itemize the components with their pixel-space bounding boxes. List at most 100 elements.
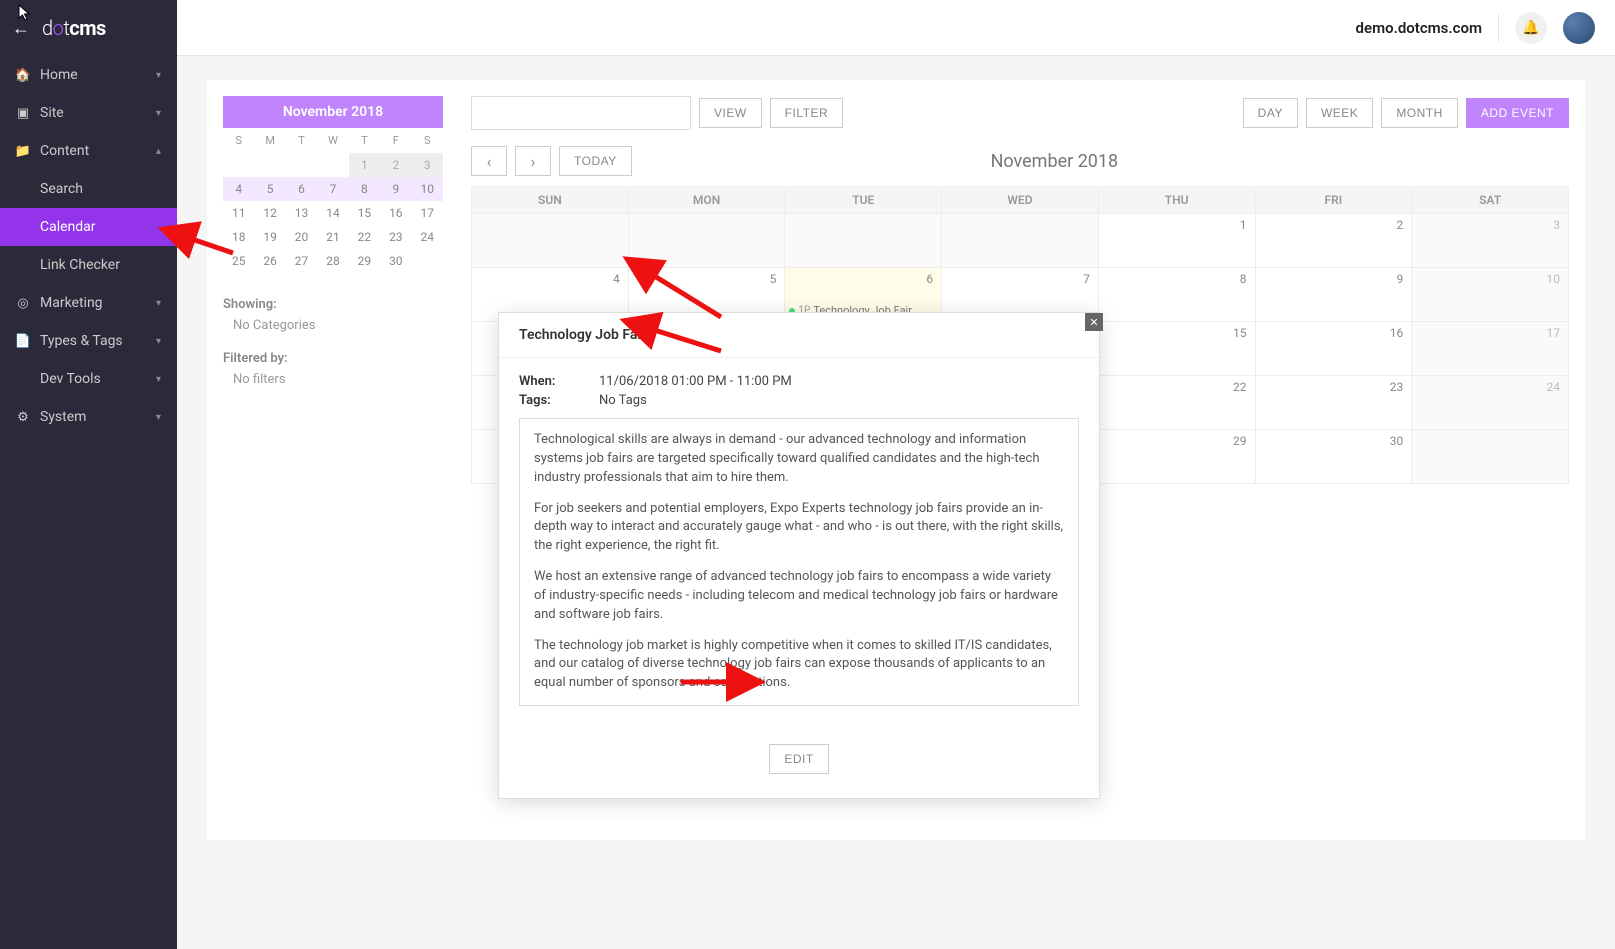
mini-day[interactable]: 23 <box>380 225 411 249</box>
calendar-day[interactable] <box>628 214 785 268</box>
mini-day[interactable]: 27 <box>286 249 317 273</box>
calendar-day[interactable]: 2 <box>1255 214 1412 268</box>
calendar-day[interactable]: 30 <box>1255 430 1412 484</box>
calendar-day[interactable]: 17 <box>1412 322 1569 376</box>
mini-day[interactable]: 18 <box>223 225 254 249</box>
mini-day[interactable]: 5 <box>254 177 285 201</box>
mini-day[interactable]: 26 <box>254 249 285 273</box>
mini-day[interactable]: 4 <box>223 177 254 201</box>
mini-day[interactable]: 17 <box>412 201 443 225</box>
nav-label: Link Checker <box>40 257 120 273</box>
chevron-down-icon: ▾ <box>156 374 161 385</box>
day-number: 6 <box>926 272 933 286</box>
popup-title: Technology Job Fair <box>499 313 1099 358</box>
edit-button[interactable]: EDIT <box>769 744 828 774</box>
sidebar-item-site[interactable]: ▣Site▾ <box>0 94 177 132</box>
mini-day[interactable]: 8 <box>349 177 380 201</box>
mini-day[interactable]: 7 <box>317 177 348 201</box>
view-button[interactable]: VIEW <box>699 98 762 128</box>
mini-day[interactable]: 30 <box>380 249 411 273</box>
mini-day[interactable]: 11 <box>223 201 254 225</box>
mini-day[interactable]: 25 <box>223 249 254 273</box>
calendar-day[interactable] <box>472 214 629 268</box>
desc-p4: The technology job market is highly comp… <box>534 637 1064 694</box>
mini-day[interactable]: 20 <box>286 225 317 249</box>
day-button[interactable]: DAY <box>1243 98 1298 128</box>
calendar-day[interactable]: 24 <box>1412 376 1569 430</box>
day-number: 9 <box>1396 272 1403 286</box>
calendar-day[interactable]: 29 <box>1098 430 1255 484</box>
nav-icon: ▣ <box>16 106 30 121</box>
mini-day[interactable]: 10 <box>412 177 443 201</box>
mini-day[interactable]: 12 <box>254 201 285 225</box>
mini-dow: W <box>317 128 348 153</box>
sidebar-item-marketing[interactable]: ◎Marketing▾ <box>0 284 177 322</box>
avatar[interactable] <box>1563 12 1595 44</box>
mini-day[interactable]: 28 <box>317 249 348 273</box>
sidebar-item-home[interactable]: 🏠Home▾ <box>0 56 177 94</box>
mini-day[interactable]: 24 <box>412 225 443 249</box>
sidebar: ← dotcms 🏠Home▾▣Site▾📁Content▴SearchCale… <box>0 0 177 949</box>
site-domain[interactable]: demo.dotcms.com <box>1356 19 1482 37</box>
cursor-pointer-icon <box>18 4 32 26</box>
calendar-day[interactable] <box>942 214 1099 268</box>
mini-day[interactable]: 16 <box>380 201 411 225</box>
sidebar-item-system[interactable]: ⚙System▾ <box>0 398 177 436</box>
sidebar-item-search[interactable]: Search <box>0 170 177 208</box>
day-number: 29 <box>1233 434 1247 448</box>
mini-day <box>317 153 348 177</box>
calendar-nav-row: ‹ › TODAY November 2018 <box>471 146 1569 176</box>
nav-icon: 📄 <box>16 334 30 349</box>
mini-day[interactable]: 15 <box>349 201 380 225</box>
calendar-day[interactable]: 3 <box>1412 214 1569 268</box>
mini-day[interactable]: 22 <box>349 225 380 249</box>
filter-block: Showing: No Categories Filtered by: No f… <box>223 297 443 387</box>
calendar-day[interactable]: 16 <box>1255 322 1412 376</box>
calendar-day[interactable]: 1 <box>1098 214 1255 268</box>
calendar-day[interactable]: 23 <box>1255 376 1412 430</box>
day-number: 15 <box>1233 326 1247 340</box>
week-button[interactable]: WEEK <box>1306 98 1373 128</box>
mini-day <box>254 153 285 177</box>
calendar-day[interactable] <box>1412 430 1569 484</box>
mini-day[interactable]: 14 <box>317 201 348 225</box>
mini-day[interactable]: 3 <box>412 153 443 177</box>
sidebar-item-types-&-tags[interactable]: 📄Types & Tags▾ <box>0 322 177 360</box>
divider <box>1498 14 1499 42</box>
mini-day[interactable]: 6 <box>286 177 317 201</box>
prev-month-button[interactable]: ‹ <box>471 146 507 176</box>
sidebar-item-link-checker[interactable]: Link Checker <box>0 246 177 284</box>
calendar-day[interactable]: 22 <box>1098 376 1255 430</box>
calendar-day[interactable]: 9 <box>1255 268 1412 322</box>
mini-day[interactable]: 21 <box>317 225 348 249</box>
big-dow: SUN <box>472 187 629 214</box>
mini-day[interactable]: 19 <box>254 225 285 249</box>
next-month-button[interactable]: › <box>515 146 551 176</box>
sidebar-item-content[interactable]: 📁Content▴ <box>0 132 177 170</box>
mini-day[interactable]: 1 <box>349 153 380 177</box>
calendar-day[interactable]: 8 <box>1098 268 1255 322</box>
sidebar-item-dev-tools[interactable]: Dev Tools▾ <box>0 360 177 398</box>
filter-button[interactable]: FILTER <box>770 98 843 128</box>
calendar-day[interactable] <box>785 214 942 268</box>
day-number: 23 <box>1390 380 1404 394</box>
big-dow: SAT <box>1412 187 1569 214</box>
search-input[interactable] <box>471 96 691 130</box>
nav-icon: ⚙ <box>16 410 30 425</box>
mini-day[interactable]: 13 <box>286 201 317 225</box>
today-button[interactable]: TODAY <box>559 146 632 176</box>
add-event-button[interactable]: ADD EVENT <box>1466 98 1569 128</box>
day-number: 5 <box>770 272 777 286</box>
close-icon[interactable]: ✕ <box>1085 313 1103 331</box>
month-button[interactable]: MONTH <box>1381 98 1458 128</box>
nav-icon: 📁 <box>16 144 30 159</box>
mini-day[interactable]: 29 <box>349 249 380 273</box>
notification-bell-icon[interactable]: 🔔 <box>1515 12 1547 44</box>
calendar-day[interactable]: 15 <box>1098 322 1255 376</box>
mini-day[interactable]: 2 <box>380 153 411 177</box>
filtered-label: Filtered by: <box>223 351 443 366</box>
mini-day[interactable]: 9 <box>380 177 411 201</box>
calendar-day[interactable]: 10 <box>1412 268 1569 322</box>
chevron-up-icon: ▴ <box>156 146 161 157</box>
sidebar-item-calendar[interactable]: Calendar <box>0 208 177 246</box>
